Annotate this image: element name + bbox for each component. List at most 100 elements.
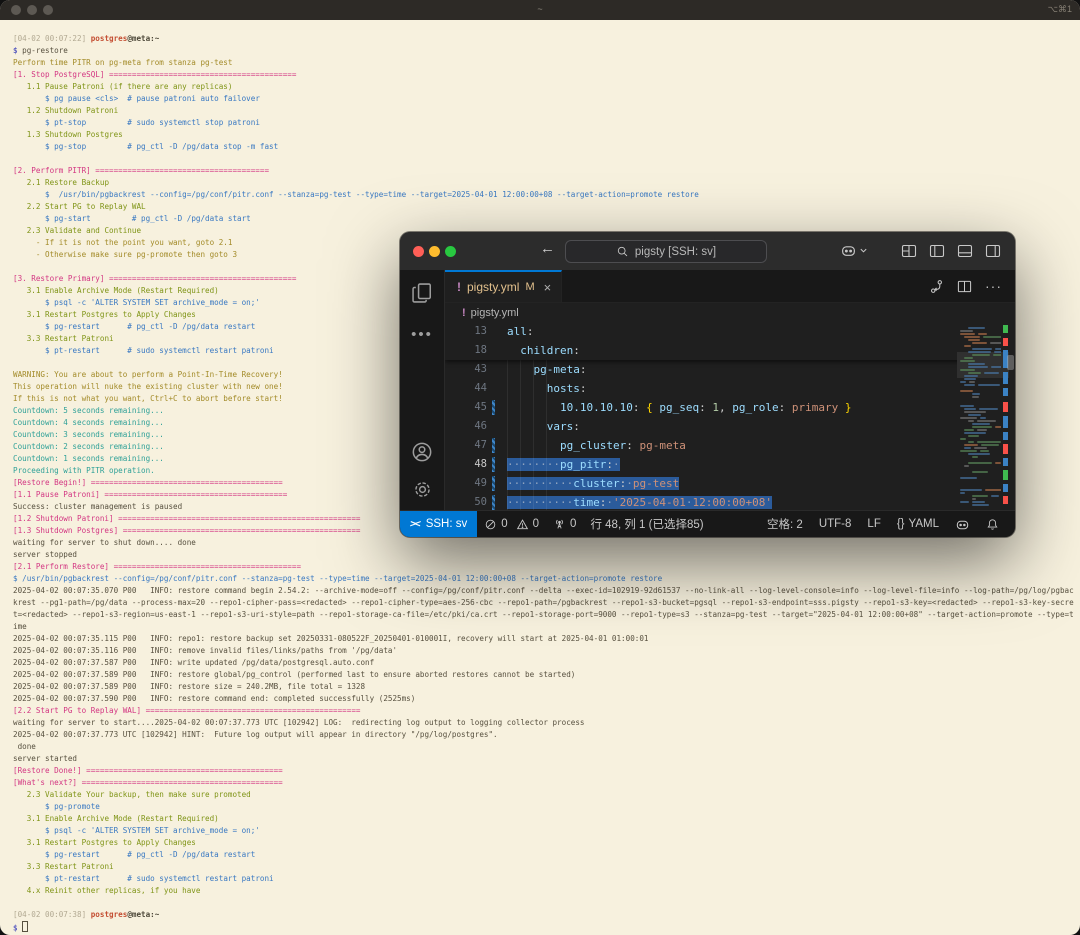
minimap-bars [959, 324, 1001, 508]
terminal-shortcut-hint: ⌥⌘1 [1047, 4, 1072, 14]
modified-badge: M [525, 281, 535, 293]
copilot-menu[interactable] [840, 242, 868, 259]
code-lines: 43 pg-meta: 44 hosts: 45 10.10.10.10: { pg… [445, 360, 1015, 510]
terminal-line: Perform time PITR on pg-meta from stanza… [13, 58, 233, 67]
split-editor-icon[interactable] [957, 279, 972, 294]
more-views-icon[interactable]: ••• [411, 326, 433, 343]
line-number: 49 [474, 477, 487, 489]
notifications-bell[interactable] [978, 518, 1007, 531]
radio-tower-icon [556, 519, 563, 529]
gutter [491, 322, 501, 341]
code-line[interactable]: 48 ········pg_pitr:· [445, 455, 1015, 474]
terminal-line: 2025-04-02 00:07:37.773 UTC [102942] HIN… [13, 730, 498, 739]
editor-actions-more-icon[interactable]: ··· [985, 278, 1002, 294]
terminal-line: waiting for server to shut down.... done [13, 538, 196, 547]
problems-indicator[interactable]: 0 0 [477, 518, 546, 531]
git-modified-marker [491, 436, 501, 455]
terminal-line: 1.2 Shutdown Patroni [13, 106, 119, 115]
terminal-line: $ pg-start # pg_ctl -D /pg/data start [13, 214, 251, 223]
copilot-icon [956, 520, 969, 529]
remote-icon: >< [409, 518, 421, 530]
open-changes-icon[interactable] [929, 279, 944, 294]
minimap[interactable] [957, 322, 1015, 510]
code-text: hosts: [546, 382, 587, 395]
terminal-line: $ pg-promote [13, 802, 100, 811]
terminal-line: $ pt-restart # sudo systemctl restart pa… [13, 874, 274, 883]
customize-layout-icon[interactable] [901, 243, 917, 259]
line-number: 50 [474, 496, 487, 508]
account-icon[interactable] [411, 441, 433, 463]
encoding-setting[interactable]: UTF-8 [811, 518, 860, 530]
copilot-status[interactable] [947, 517, 978, 532]
terminal-line: 3.3 Restart Patroni [13, 862, 114, 871]
bell-icon [987, 518, 998, 530]
code-line[interactable]: 43 pg-meta: [445, 360, 1015, 379]
breadcrumb[interactable]: ! pigsty.yml [445, 303, 1015, 322]
minimap-git-decorations [1003, 322, 1008, 510]
code-text: all: [507, 325, 534, 338]
eol-setting[interactable]: LF [859, 518, 888, 530]
terminal-line: [04-02 00:07:22] postgres@meta:~ [13, 34, 160, 43]
code-text: pg_cluster: pg-meta [559, 439, 686, 452]
warning-count: 0 [532, 518, 540, 530]
tab-pigsty-yml[interactable]: ! pigsty.yml M × [445, 270, 563, 302]
line-number: 18 [474, 344, 487, 356]
close-tab-icon[interactable]: × [544, 280, 552, 295]
terminal-line: 2025-04-02 00:07:37.587 P00 INFO: write … [13, 658, 375, 667]
terminal-line: [2.2 Start PG to Replay WAL] ===========… [13, 706, 361, 715]
code-line[interactable]: 50 ··········time:·'2025-04-01·12:00:00+0… [445, 493, 1015, 510]
ports-count: 0 [570, 518, 577, 530]
back-icon[interactable]: ← [540, 240, 555, 257]
terminal-line: [Restore Done!] ========================… [13, 766, 283, 775]
search-text: pigsty [SSH: sv] [634, 245, 717, 258]
code-line[interactable]: 18 children: [445, 341, 1015, 360]
toggle-panel-icon[interactable] [957, 243, 973, 259]
terminal-line: $ /usr/bin/pgbackrest --config=/pg/conf/… [13, 574, 663, 583]
toggle-sidebar-icon[interactable] [929, 243, 945, 259]
line-number: 13 [474, 325, 487, 337]
vscode-close-button[interactable] [413, 246, 424, 257]
search-icon [617, 246, 628, 257]
git-modified-marker [491, 455, 501, 474]
settings-gear-icon[interactable] [412, 479, 433, 500]
editor-group: ! pigsty.yml M × ··· ! pigsty.yml 13 all… [445, 270, 1015, 510]
code-line[interactable]: 49 ··········cluster:·pg-test [445, 474, 1015, 493]
terminal-line: 2.2 Start PG to Replay WAL [13, 202, 146, 211]
errors-icon [485, 519, 496, 529]
gutter [491, 417, 501, 436]
language-mode[interactable]: {} YAML [889, 518, 947, 530]
code-line[interactable]: 46 vars: [445, 417, 1015, 436]
git-modified-marker [491, 398, 501, 417]
sticky-scroll: 13 all: 18 children: [445, 322, 1015, 360]
vscode-window: ← → pigsty [SSH: sv] ••• [400, 232, 1015, 537]
tab-bar: ! pigsty.yml M × ··· [445, 270, 1015, 303]
terminal-line: 2025-04-02 00:07:37.590 P00 INFO: restor… [13, 694, 416, 703]
terminal-line: 1.3 Shutdown Postgres [13, 130, 123, 139]
vscode-titlebar[interactable]: ← → pigsty [SSH: sv] [400, 232, 1015, 270]
chevron-down-icon [860, 248, 867, 253]
code-line[interactable]: 47 pg_cluster: pg-meta [445, 436, 1015, 455]
code-editor[interactable]: 13 all: 18 children: 43 pg-meta: 44 hosts: 4… [445, 322, 1015, 510]
warnings-icon [516, 518, 528, 529]
code-line[interactable]: 45 10.10.10.10: { pg_seq: 1, pg_role: pr… [445, 398, 1015, 417]
breadcrumb-file-icon: ! [462, 306, 466, 319]
cursor-position[interactable]: 行 48, 列 1 (已选择85) [583, 516, 710, 532]
code-line[interactable]: 13 all: [445, 322, 1015, 341]
vscode-minimize-button[interactable] [429, 246, 440, 257]
remote-indicator[interactable]: >< SSH: sv [400, 511, 478, 537]
code-text: 10.10.10.10: { pg_seq: 1, pg_role: prima… [559, 401, 852, 414]
code-line[interactable]: 44 hosts: [445, 379, 1015, 398]
ports-indicator[interactable]: 0 [546, 518, 583, 531]
vscode-zoom-button[interactable] [445, 246, 456, 257]
explorer-icon[interactable] [411, 282, 433, 304]
terminal-line: 2025-04-02 00:07:35.115 P00 INFO: repo1:… [13, 634, 649, 643]
toggle-secondary-sidebar-icon[interactable] [985, 243, 1001, 259]
terminal-line: [What's next?] =========================… [13, 778, 283, 787]
scrollbar-slider[interactable] [1007, 355, 1014, 370]
indentation-setting[interactable]: 空格: 2 [759, 516, 811, 532]
terminal-line: [1. Stop PostgreSQL] ===================… [13, 70, 297, 79]
command-center-search[interactable]: pigsty [SSH: sv] [565, 240, 767, 263]
terminal-line: $ pg-stop # pg_ctl -D /pg/data stop -m f… [13, 142, 279, 151]
